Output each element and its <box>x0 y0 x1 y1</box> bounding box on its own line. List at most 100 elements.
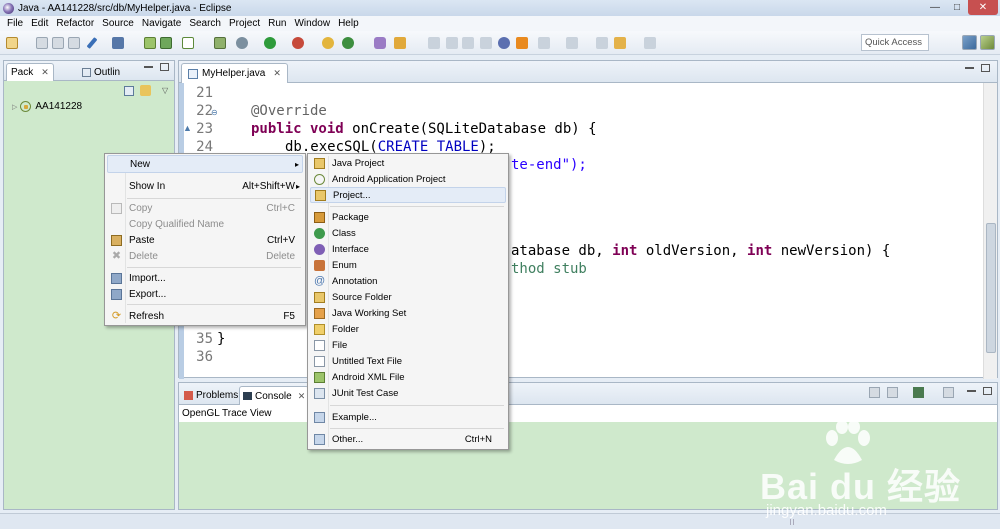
submenu-item-interface[interactable]: Interface <box>310 241 506 257</box>
stop-icon[interactable] <box>516 37 528 49</box>
junit-icon <box>314 387 325 399</box>
run-icon[interactable] <box>264 37 276 49</box>
open-console-icon[interactable] <box>913 387 924 398</box>
word-wrap-icon[interactable] <box>480 37 492 49</box>
ddms-perspective-icon[interactable] <box>980 35 995 50</box>
code-text: atabase db, <box>511 243 613 259</box>
new-icon[interactable] <box>6 37 18 49</box>
submenu-item-project[interactable]: Project... <box>310 187 506 203</box>
fold-icon[interactable]: ⊖ <box>211 108 218 117</box>
tab-package-explorer[interactable]: Pack ✕ <box>6 63 54 81</box>
toggle-mark-icon[interactable] <box>428 37 440 49</box>
menu-item-label: Import... <box>129 272 166 284</box>
menu-item-label: Java Project <box>332 157 385 169</box>
minimize-button[interactable]: — <box>924 0 946 15</box>
tree-item-project[interactable]: ▷ AA141228 <box>12 101 82 112</box>
maximize-view-icon[interactable] <box>160 63 169 71</box>
submenu-item-java-project[interactable]: Java Project <box>310 155 506 171</box>
next-annotation-icon[interactable] <box>538 37 550 49</box>
java-perspective-icon[interactable] <box>962 35 977 50</box>
menu-refactor[interactable]: Refactor <box>52 18 98 29</box>
android-xml-icon[interactable] <box>160 37 172 49</box>
android-sdk-icon[interactable] <box>86 37 98 49</box>
print-icon[interactable] <box>68 37 80 49</box>
debug-icon[interactable] <box>236 37 248 49</box>
menu-item-new[interactable]: New ▸ <box>107 155 303 173</box>
pin-console-icon[interactable] <box>887 387 898 398</box>
menu-edit[interactable]: Edit <box>27 18 52 29</box>
submenu-item-android-xml-file[interactable]: Android XML File <box>310 369 506 385</box>
back-icon[interactable] <box>614 37 626 49</box>
expand-arrow-icon[interactable]: ▷ <box>12 103 17 111</box>
menu-run[interactable]: Run <box>264 18 290 29</box>
submenu-item-enum[interactable]: Enum <box>310 257 506 273</box>
submenu-item-junit-test-case[interactable]: JUnit Test Case <box>310 385 506 401</box>
save-all-icon[interactable] <box>52 37 64 49</box>
minimize-view-icon[interactable] <box>144 66 153 68</box>
submenu-item-example[interactable]: Example... <box>310 409 506 425</box>
menu-project[interactable]: Project <box>225 18 264 29</box>
tab-console[interactable]: Console ✕ <box>239 386 310 405</box>
menu-item-export[interactable]: Export... <box>107 285 303 303</box>
view-menu-icon[interactable]: ▽ <box>162 86 168 95</box>
menu-item-label: Untitled Text File <box>332 355 403 367</box>
close-button[interactable]: ✕ <box>968 0 998 15</box>
external-tools-icon[interactable] <box>292 37 304 49</box>
save-icon[interactable] <box>36 37 48 49</box>
menu-window[interactable]: Window <box>290 18 334 29</box>
scrollbar-thumb[interactable] <box>986 223 996 353</box>
submenu-item-file[interactable]: File <box>310 337 506 353</box>
menu-file[interactable]: File <box>3 18 27 29</box>
new-class-icon[interactable] <box>322 37 334 49</box>
link-editor-icon[interactable] <box>140 85 151 96</box>
submenu-item-package[interactable]: Package <box>310 209 506 225</box>
menu-item-label: Delete <box>129 250 158 262</box>
minimize-view-icon[interactable] <box>965 67 974 69</box>
editor-scrollbar[interactable] <box>983 83 997 379</box>
tab-problems[interactable]: Problems <box>181 386 241 405</box>
submenu-item-source-folder[interactable]: Source Folder <box>310 289 506 305</box>
tab-outline[interactable]: Outlin <box>78 63 124 81</box>
toggle-block-icon[interactable] <box>446 37 458 49</box>
menu-item-show-in[interactable]: Show In Alt+Shift+W ▸ <box>107 177 303 195</box>
submenu-item-untitled-text-file[interactable]: Untitled Text File <box>310 353 506 369</box>
collapse-all-icon[interactable] <box>124 86 134 96</box>
submenu-item-other[interactable]: Other... Ctrl+N <box>310 431 506 447</box>
menu-item-delete[interactable]: ✖ Delete Delete <box>107 247 303 265</box>
submenu-item-android-application-project[interactable]: Android Application Project <box>310 171 506 187</box>
menu-item-refresh[interactable]: ⟳ Refresh F5 <box>107 307 303 325</box>
avd-manager-icon[interactable] <box>112 37 124 49</box>
line-number: 23 <box>196 121 213 137</box>
maximize-view-icon[interactable] <box>983 387 992 395</box>
lint-icon[interactable] <box>182 37 194 49</box>
maximize-view-icon[interactable] <box>981 64 990 72</box>
submenu-item-java-working-set[interactable]: Java Working Set <box>310 305 506 321</box>
prev-annotation-icon[interactable] <box>566 37 578 49</box>
close-icon[interactable]: ✕ <box>41 67 49 78</box>
console-options-icon[interactable] <box>943 387 954 398</box>
tab-myhelper-java[interactable]: MyHelper.java ✕ <box>181 63 288 83</box>
minimize-view-icon[interactable] <box>967 390 976 392</box>
open-type-icon[interactable] <box>374 37 386 49</box>
menu-navigate[interactable]: Navigate <box>138 18 185 29</box>
close-icon[interactable]: ✕ <box>298 391 306 402</box>
close-icon[interactable]: ✕ <box>273 68 281 79</box>
quick-access-input[interactable]: Quick Access <box>861 34 929 51</box>
android-project-icon[interactable] <box>144 37 156 49</box>
submenu-item-folder[interactable]: Folder <box>310 321 506 337</box>
last-edit-icon[interactable] <box>596 37 608 49</box>
search-icon[interactable] <box>394 37 406 49</box>
submenu-item-class[interactable]: Class <box>310 225 506 241</box>
breakpoint-icon[interactable] <box>498 37 510 49</box>
forward-icon[interactable] <box>644 37 656 49</box>
menu-help[interactable]: Help <box>334 18 363 29</box>
display-console-icon[interactable] <box>869 387 880 398</box>
new-java-icon[interactable] <box>214 37 226 49</box>
maximize-button[interactable]: □ <box>946 0 968 15</box>
menu-source[interactable]: Source <box>98 18 138 29</box>
new-package-icon[interactable] <box>342 37 354 49</box>
menu-search[interactable]: Search <box>185 18 225 29</box>
context-menu: New ▸ Show In Alt+Shift+W ▸ Copy Ctrl+C … <box>104 153 306 326</box>
submenu-item-annotation[interactable]: @ Annotation <box>310 273 506 289</box>
show-whitespace-icon[interactable] <box>462 37 474 49</box>
